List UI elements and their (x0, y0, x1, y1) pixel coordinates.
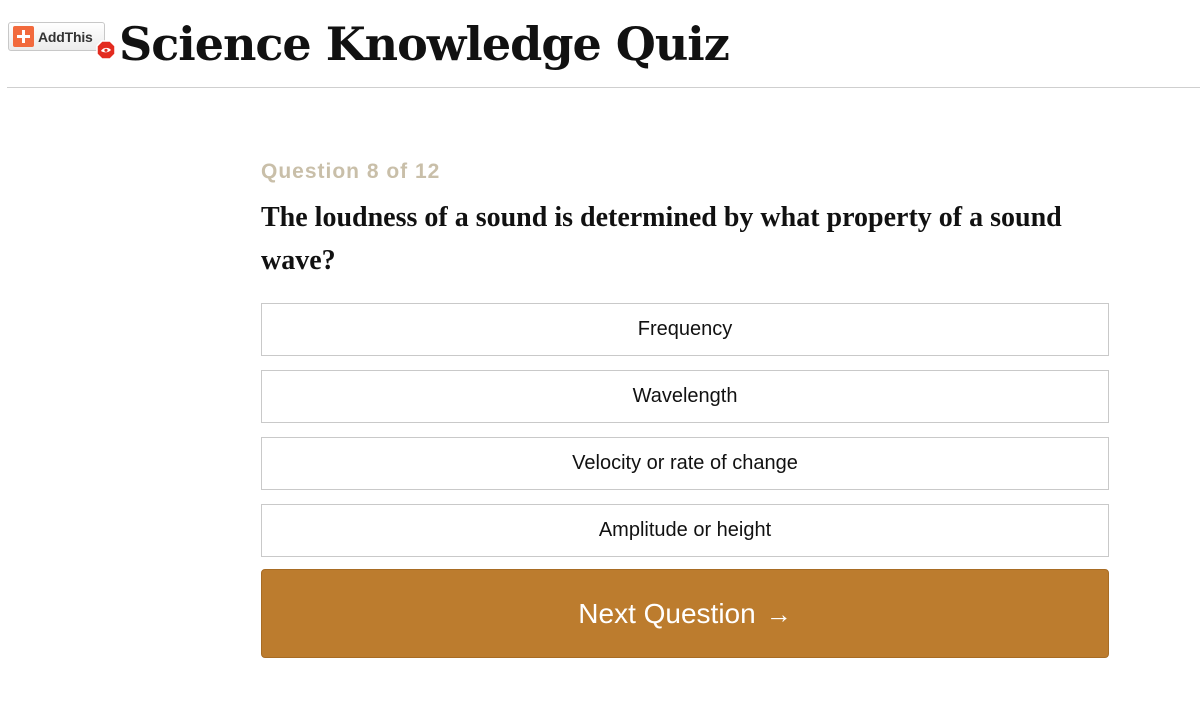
adblock-badge-icon[interactable] (96, 40, 116, 60)
answer-option-amplitude[interactable]: Amplitude or height (261, 504, 1109, 557)
header: AddThis Science Knowledge Quiz (0, 0, 1200, 88)
answer-option-frequency[interactable]: Frequency (261, 303, 1109, 356)
answer-option-velocity[interactable]: Velocity or rate of change (261, 437, 1109, 490)
question-text: The loudness of a sound is determined by… (261, 202, 1062, 276)
page: AddThis Science Knowledge Quiz Question … (0, 0, 1200, 709)
answer-option-wavelength[interactable]: Wavelength (261, 370, 1109, 423)
next-question-button[interactable]: Next Question → (261, 569, 1109, 658)
header-divider (7, 87, 1200, 88)
page-title: Science Knowledge Quiz (119, 17, 730, 71)
question-counter: Question 8 of 12 (261, 160, 441, 183)
addthis-label: AddThis (38, 28, 93, 45)
arrow-right-icon: → (765, 598, 792, 629)
answer-list: Frequency Wavelength Velocity or rate of… (261, 303, 1109, 571)
plus-icon (13, 26, 34, 47)
addthis-share-button[interactable]: AddThis (8, 22, 105, 51)
next-question-label: Next Question (578, 597, 756, 629)
